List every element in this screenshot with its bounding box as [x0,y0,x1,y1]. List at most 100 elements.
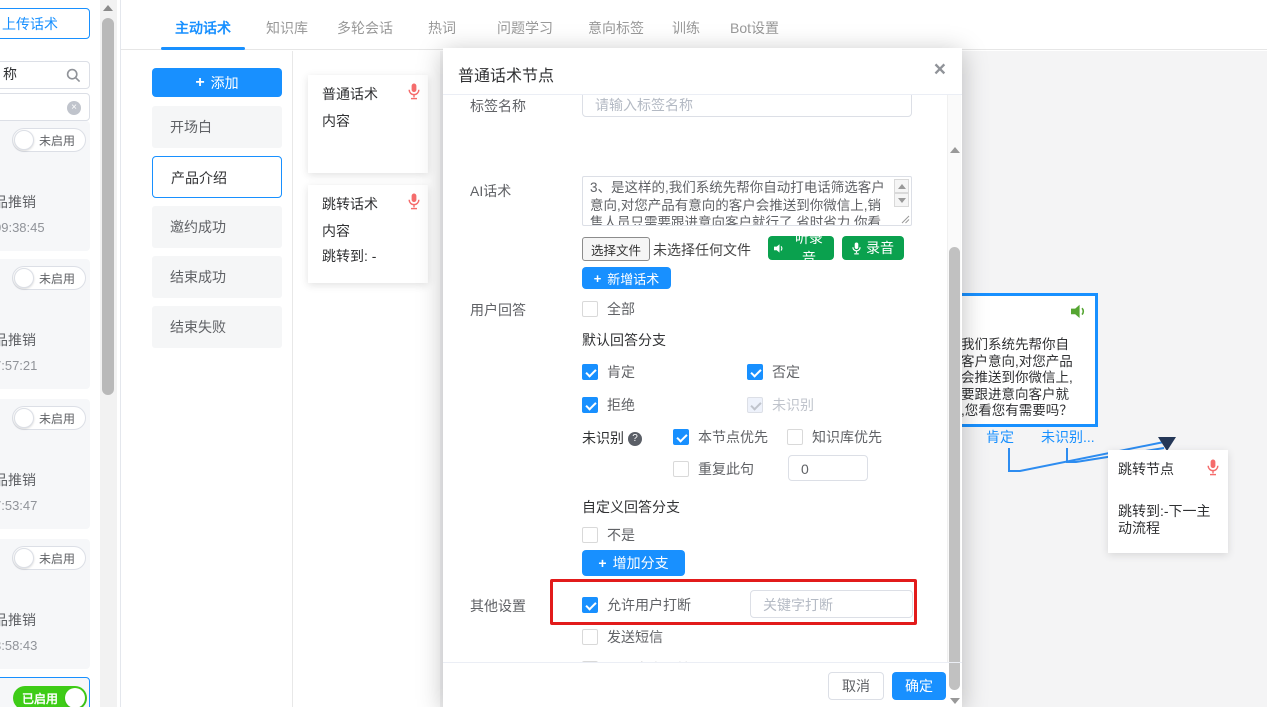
tab-training[interactable]: 训练 [672,18,700,38]
node-card-jump-target: 跳转到: - [322,246,376,266]
tab-knowledge-base[interactable]: 知识库 [266,18,308,38]
enable-toggle[interactable]: 未启用 [12,128,86,152]
tab-question-learning[interactable]: 问题学习 [497,18,553,38]
checkbox-icon[interactable] [582,629,598,645]
clear-icon[interactable]: × [67,101,81,115]
node-card-normal[interactable]: 普通话术 内容 [308,75,428,173]
add-branch-button[interactable]: + 增加分支 [582,550,685,576]
flow-item-end-success[interactable]: 结束成功 [152,256,282,298]
search-icon[interactable] [66,68,81,83]
ai-script-textarea[interactable]: 3、是这样的,我们系统先帮你自动打电话筛选客户意向,对您产品有意向的客户会推送到… [582,176,912,226]
speaker-icon[interactable] [1071,304,1088,319]
script-name: 品推销 [0,470,36,490]
microphone-icon[interactable] [408,193,420,210]
custom-branch-title: 自定义回答分支 [582,497,680,517]
checkbox-icon[interactable] [787,429,803,445]
scroll-up-icon[interactable] [894,179,909,193]
tag-name-field[interactable] [582,95,912,117]
microphone-icon[interactable] [1207,459,1219,476]
flow-item-opening[interactable]: 开场白 [152,106,282,148]
checkbox-allow-interrupt[interactable]: 允许用户打断 [582,595,691,615]
script-card[interactable]: 未启用 品推销 09:38:45 [0,121,90,251]
enable-toggle[interactable]: 未启用 [12,406,86,430]
repeat-count-input[interactable] [799,460,869,478]
checkbox-affirm[interactable]: 肯定 [582,362,635,382]
ai-script-text: 3、是这样的,我们系统先帮你自动打电话筛选客户意向,对您产品有意向的客户会推送到… [590,179,890,226]
toggle-label: 未启用 [39,550,75,567]
checkbox-icon[interactable] [582,527,598,543]
checkbox-icon[interactable] [582,364,598,380]
checkbox-icon[interactable] [582,301,598,317]
filter-box[interactable]: × [0,93,90,121]
tab-active-scripts[interactable]: 主动话术 [175,18,231,38]
checkbox-refuse[interactable]: 拒绝 [582,395,635,415]
add-button-label: 添加 [211,73,239,93]
help-icon[interactable]: ? [628,432,642,446]
enable-toggle[interactable]: 未启用 [12,546,86,570]
checkbox-repeat[interactable]: 重复此句 [673,459,754,479]
scroll-up-icon[interactable] [103,5,113,11]
scrollbar-thumb[interactable] [102,18,114,395]
flow-item-product-intro[interactable]: 产品介绍 [152,156,282,198]
filter-input[interactable] [1,97,65,115]
checkbox-label: 否定 [772,362,800,382]
checkbox-label: 肯定 [607,362,635,382]
listen-recording-button[interactable]: 听录音 [768,236,834,260]
checkbox-icon[interactable] [582,597,598,613]
flow-item-invite-success[interactable]: 邀约成功 [152,206,282,248]
tab-bot-settings[interactable]: Bot设置 [730,18,779,38]
cancel-button[interactable]: 取消 [828,672,884,700]
checkbox-node-first[interactable]: 本节点优先 [673,427,768,447]
tab-multi-turn[interactable]: 多轮会话 [337,18,393,38]
tag-name-input[interactable] [593,96,876,114]
script-name: 品推销 [0,610,36,630]
checkbox-label: 重复此句 [698,459,754,479]
script-card[interactable]: 未启用 品推销 7:53:47 [0,399,90,529]
tab-intent-labels[interactable]: 意向标签 [588,18,644,38]
checkbox-icon[interactable] [673,461,689,477]
checkbox-icon[interactable] [747,364,763,380]
script-time: 7:57:21 [0,358,37,373]
choose-file-button[interactable]: 选择文件 [582,237,650,261]
upload-script-button[interactable]: 上传话术 [0,8,90,39]
script-card[interactable]: 未启用 品推销 3:58:43 [0,539,90,669]
repeat-count-field[interactable] [788,455,868,481]
checkbox-negative[interactable]: 否定 [747,362,800,382]
default-branch-title: 默认回答分支 [582,330,666,350]
resize-handle-icon[interactable] [901,215,910,224]
enable-toggle[interactable]: 未启用 [12,266,86,290]
close-icon[interactable]: × [934,58,946,82]
scroll-up-icon[interactable] [950,147,960,153]
interrupt-keyword-input[interactable] [761,596,902,614]
checkbox-send-sms[interactable]: 发送短信 [582,627,663,647]
checkbox-all[interactable]: 全部 [582,299,635,319]
tab-hot-words[interactable]: 热词 [428,18,456,38]
checkbox-custom-no[interactable]: 不是 [582,525,635,545]
modal-scrollbar[interactable] [947,95,961,662]
script-card-selected[interactable]: 已启用 [0,677,90,707]
toggle-label: 未启用 [39,132,75,149]
scrollbar-thumb[interactable] [949,247,960,690]
checkbox-icon [747,397,763,413]
flow-item-end-fail[interactable]: 结束失败 [152,306,282,348]
interrupt-keyword-field[interactable] [750,590,913,618]
toggle-knob [65,688,85,707]
left-scrollbar[interactable] [100,0,117,707]
canvas-node-active[interactable]: 我们系统先帮你自 客户意向,对您产品 会推送到你微信上, 要跟进意向客户就 ,您… [940,293,1098,427]
checkbox-icon[interactable] [673,429,689,445]
node-card-jump[interactable]: 跳转话术 内容 跳转到: - [308,185,428,283]
scroll-down-icon[interactable] [894,193,909,207]
enable-toggle-on[interactable]: 已启用 [13,686,87,707]
microphone-icon[interactable] [408,83,420,100]
add-branch-label: 增加分支 [613,553,669,573]
add-node-button[interactable]: + 添加 [152,68,282,97]
search-box[interactable] [0,61,90,89]
checkbox-icon[interactable] [582,397,598,413]
canvas-jump-node[interactable]: 跳转节点 跳转到:-下一主动流程 [1108,450,1228,553]
search-input[interactable] [1,65,65,83]
checkbox-kb-first[interactable]: 知识库优先 [787,427,882,447]
record-button[interactable]: 录音 [842,236,904,260]
confirm-button[interactable]: 确定 [892,672,946,700]
add-script-button[interactable]: + 新增话术 [582,267,671,289]
script-card[interactable]: 未启用 品推销 7:57:21 [0,259,90,389]
